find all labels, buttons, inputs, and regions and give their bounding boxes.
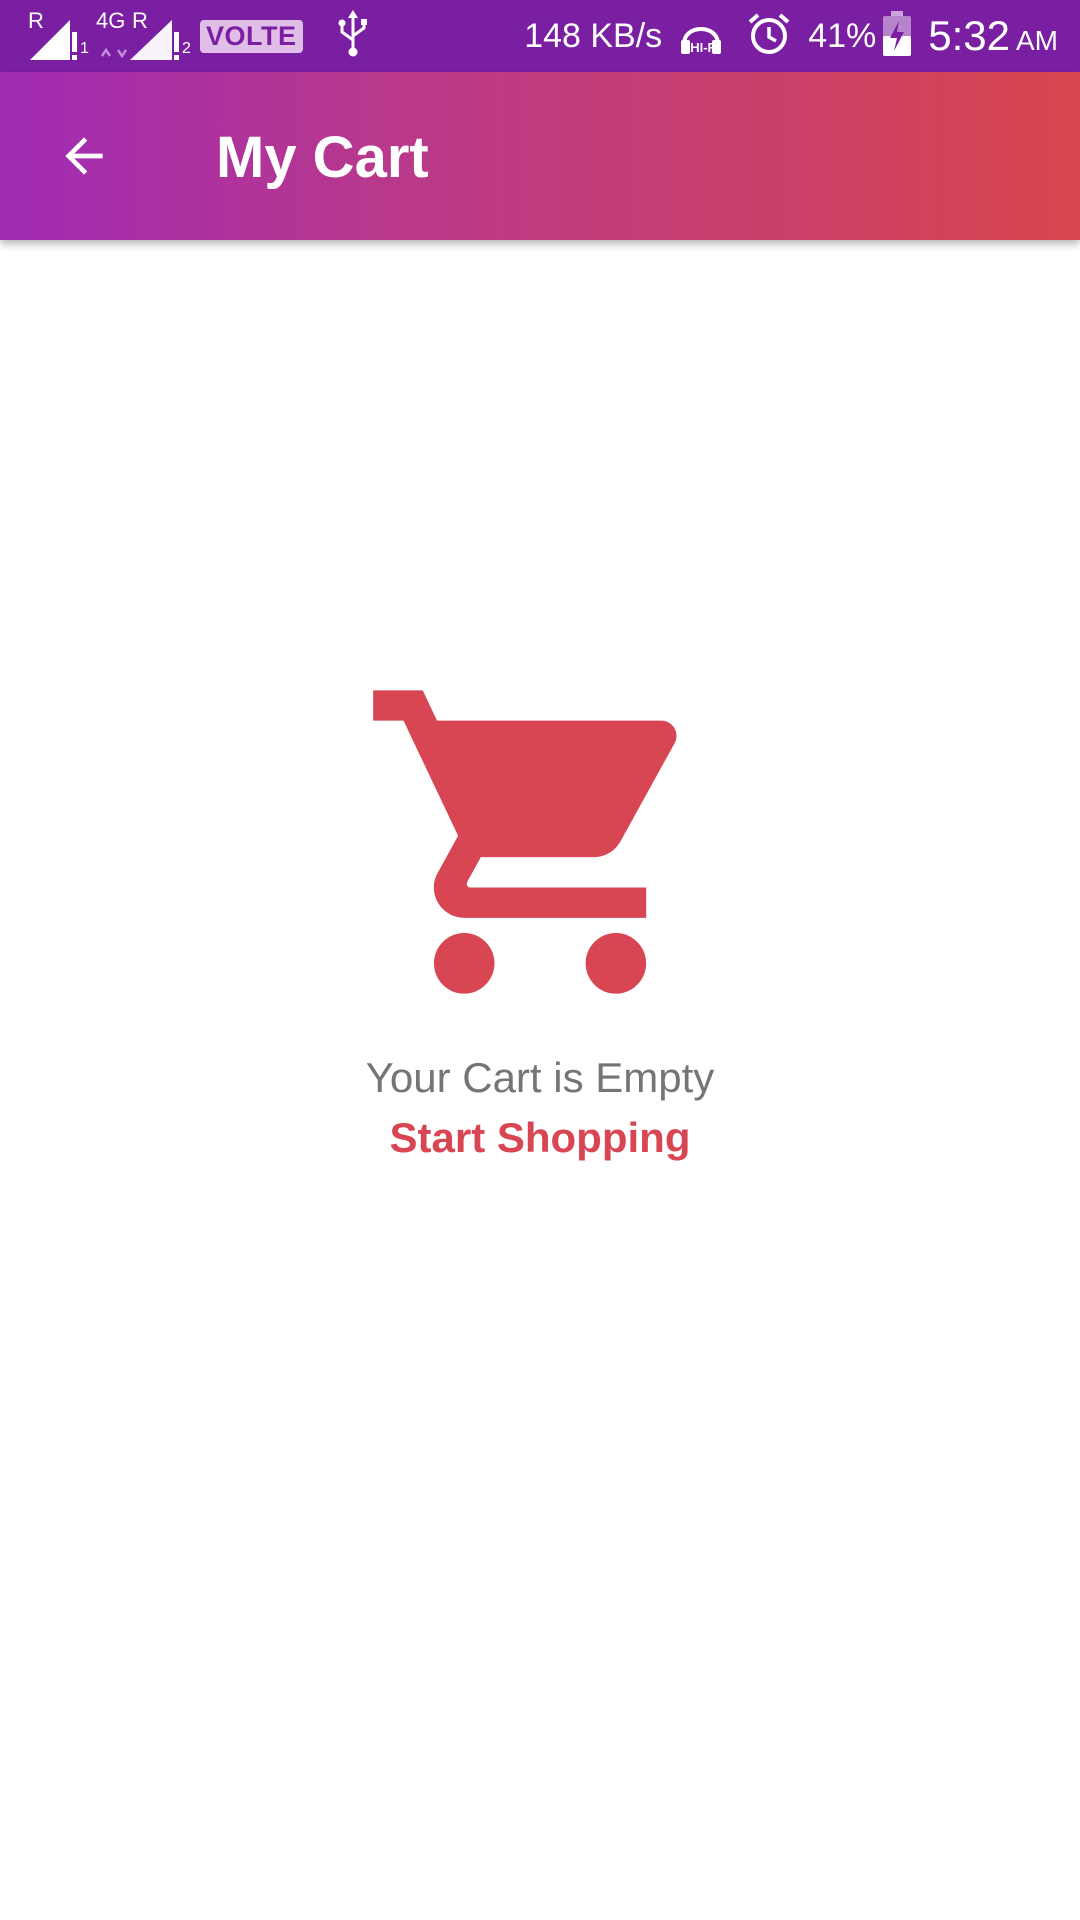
page-title: My Cart (216, 125, 429, 190)
start-shopping-link[interactable]: Start Shopping (390, 1110, 691, 1166)
empty-cart-message: Your Cart is Empty (365, 1054, 715, 1101)
sim2-signal-icon: 4G R 2 (96, 8, 191, 62)
usb-icon (335, 9, 371, 63)
arrow-back-icon (65, 137, 103, 175)
alarm-icon (746, 11, 792, 62)
status-bar: R 1 4G R 2 VOLTE 148 KB/s HI-FI 41% 5:32… (0, 0, 1080, 72)
clock: 5:32 AM (928, 12, 1058, 60)
battery-charging-icon (882, 10, 912, 62)
status-bar-left: R 1 4G R 2 VOLTE (26, 8, 371, 63)
clock-ampm: AM (1016, 25, 1058, 56)
sim1-signal-icon: R 1 (26, 8, 90, 62)
shopping-cart-icon (373, 690, 677, 994)
volte-badge: VOLTE (200, 19, 303, 53)
back-button[interactable] (40, 112, 128, 200)
sim2-slot-label: 2 (182, 40, 191, 57)
network-speed: 148 KB/s (524, 16, 663, 55)
clock-time: 5:32 (928, 12, 1010, 59)
app-bar: My Cart (0, 72, 1080, 240)
sim1-slot-label: 1 (80, 40, 89, 57)
status-bar-right: 148 KB/s HI-FI 41% 5:32 AM (524, 10, 1058, 62)
sim2-network-label: 4G (96, 8, 126, 33)
battery-percent: 41% (808, 16, 877, 55)
sim2-roaming-label: R (132, 8, 148, 33)
hifi-headphones-icon: HI-FI (678, 14, 730, 58)
empty-cart-state: Your Cart is Empty Start Shopping (0, 660, 1080, 1166)
sim1-roaming-label: R (28, 8, 44, 33)
hifi-label: HI-FI (690, 40, 720, 55)
